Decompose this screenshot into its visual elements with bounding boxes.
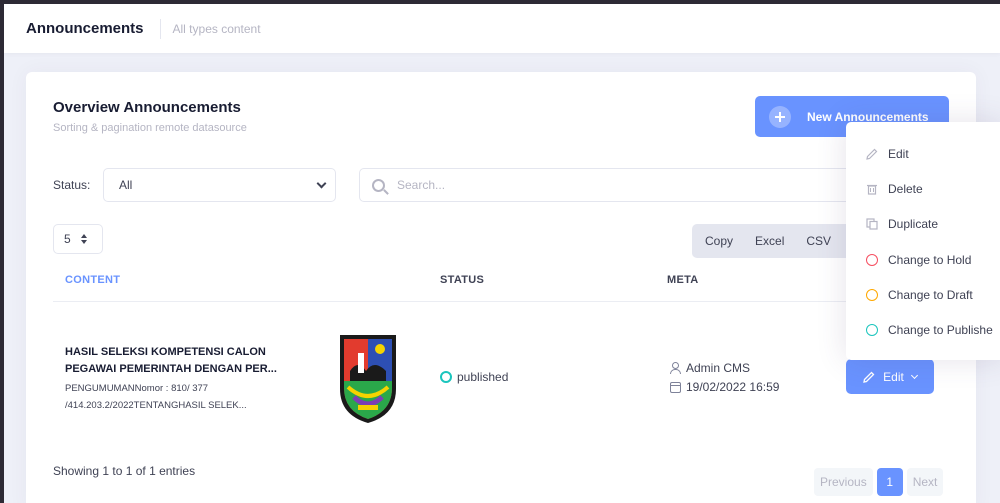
menu-item-change-to-hold[interactable]: Change to Hold — [846, 242, 1000, 277]
calendar-icon — [670, 381, 681, 393]
copy-icon — [866, 217, 878, 230]
menu-item-duplicate[interactable]: Duplicate — [846, 206, 1000, 241]
published-status-icon — [866, 323, 878, 336]
edit-dropdown-button[interactable]: Edit — [846, 359, 934, 394]
chevron-down-icon — [910, 371, 918, 379]
plus-icon — [769, 105, 791, 128]
subheader: Announcements All types content — [4, 4, 1000, 53]
page-title: Announcements — [26, 20, 144, 37]
excerpt-line-1: PENGUMUMANNomor : 810/ 377 — [65, 383, 209, 394]
app-page: Announcements All types content Overview… — [4, 4, 1000, 503]
excel-button[interactable]: Excel — [755, 234, 784, 248]
menu-item-label: Delete — [888, 181, 923, 196]
meta-date: 19/02/2022 16:59 — [669, 380, 779, 394]
menu-item-delete[interactable]: Delete — [846, 171, 1000, 206]
status-filter-value: All — [119, 178, 133, 192]
entries-info: Showing 1 to 1 of 1 entries — [53, 464, 196, 478]
announcements-card: Overview Announcements Sorting & paginat… — [26, 72, 976, 503]
menu-item-label: Change to Hold — [888, 252, 972, 267]
status-badge: published — [440, 370, 508, 384]
menu-item-change-to-published[interactable]: Change to Publishe — [846, 312, 1000, 347]
column-header-meta[interactable]: META — [667, 274, 699, 286]
pencil-icon — [863, 371, 875, 383]
status-filter-label: Status: — [53, 178, 91, 192]
search-icon — [372, 178, 385, 192]
updown-arrows-icon — [80, 234, 87, 244]
card-subtitle: Sorting & pagination remote datasource — [53, 122, 247, 134]
pagination: Previous 1 Next — [814, 468, 944, 496]
page-size-select[interactable]: 5 — [53, 224, 103, 254]
menu-item-edit[interactable]: Edit — [846, 136, 1000, 171]
publish-date: 19/02/2022 16:59 — [686, 380, 780, 394]
card-title: Overview Announcements — [53, 99, 241, 116]
trash-icon — [867, 184, 877, 195]
previous-page-button[interactable]: Previous — [814, 468, 873, 496]
next-page-button[interactable]: Next — [906, 468, 944, 496]
subheader-divider — [159, 18, 161, 39]
column-header-status[interactable]: STATUS — [440, 274, 484, 286]
user-icon — [669, 362, 681, 374]
announcement-title[interactable]: HASIL SELEKSI KOMPETENSI CALON PEGAWAI P… — [65, 344, 305, 378]
menu-item-label: Change to Publishe — [888, 322, 993, 337]
regency-emblem-thumbnail — [340, 335, 396, 423]
csv-button[interactable]: CSV — [806, 234, 831, 248]
page-size-value: 5 — [64, 232, 71, 246]
menu-item-label: Duplicate — [888, 216, 939, 231]
menu-item-label: Change to Draft — [888, 287, 973, 302]
export-button-group: Copy Excel CSV — [692, 224, 852, 258]
menu-item-change-to-draft[interactable]: Change to Draft — [846, 277, 1000, 312]
hold-status-icon — [866, 253, 878, 266]
menu-item-label: Edit — [888, 146, 909, 161]
pencil-icon — [866, 148, 878, 160]
edit-button-label: Edit — [883, 369, 904, 384]
status-ring-icon — [440, 371, 452, 383]
announcement-excerpt: PENGUMUMANNomor : 810/ 377 /414.203.2/20… — [65, 380, 305, 414]
row-actions-menu: Edit Delete Duplicate Change to Hold Cha — [846, 122, 1000, 360]
copy-button[interactable]: Copy — [705, 234, 733, 248]
page-1-button[interactable]: 1 — [876, 468, 903, 496]
chevron-down-icon — [316, 178, 327, 188]
page-subtitle: All types content — [172, 21, 261, 36]
search-field[interactable] — [359, 168, 879, 202]
author-name: Admin CMS — [686, 361, 751, 375]
status-filter-select[interactable]: All — [103, 168, 336, 202]
draft-status-icon — [866, 288, 878, 301]
table-header-divider — [53, 301, 953, 302]
status-text: published — [457, 370, 509, 384]
column-header-content[interactable]: CONTENT — [65, 274, 120, 286]
excerpt-line-2: /414.203.2/2022TENTANGHASIL SELEK... — [65, 400, 247, 411]
search-input[interactable] — [397, 178, 697, 192]
meta-author: Admin CMS — [669, 361, 750, 375]
